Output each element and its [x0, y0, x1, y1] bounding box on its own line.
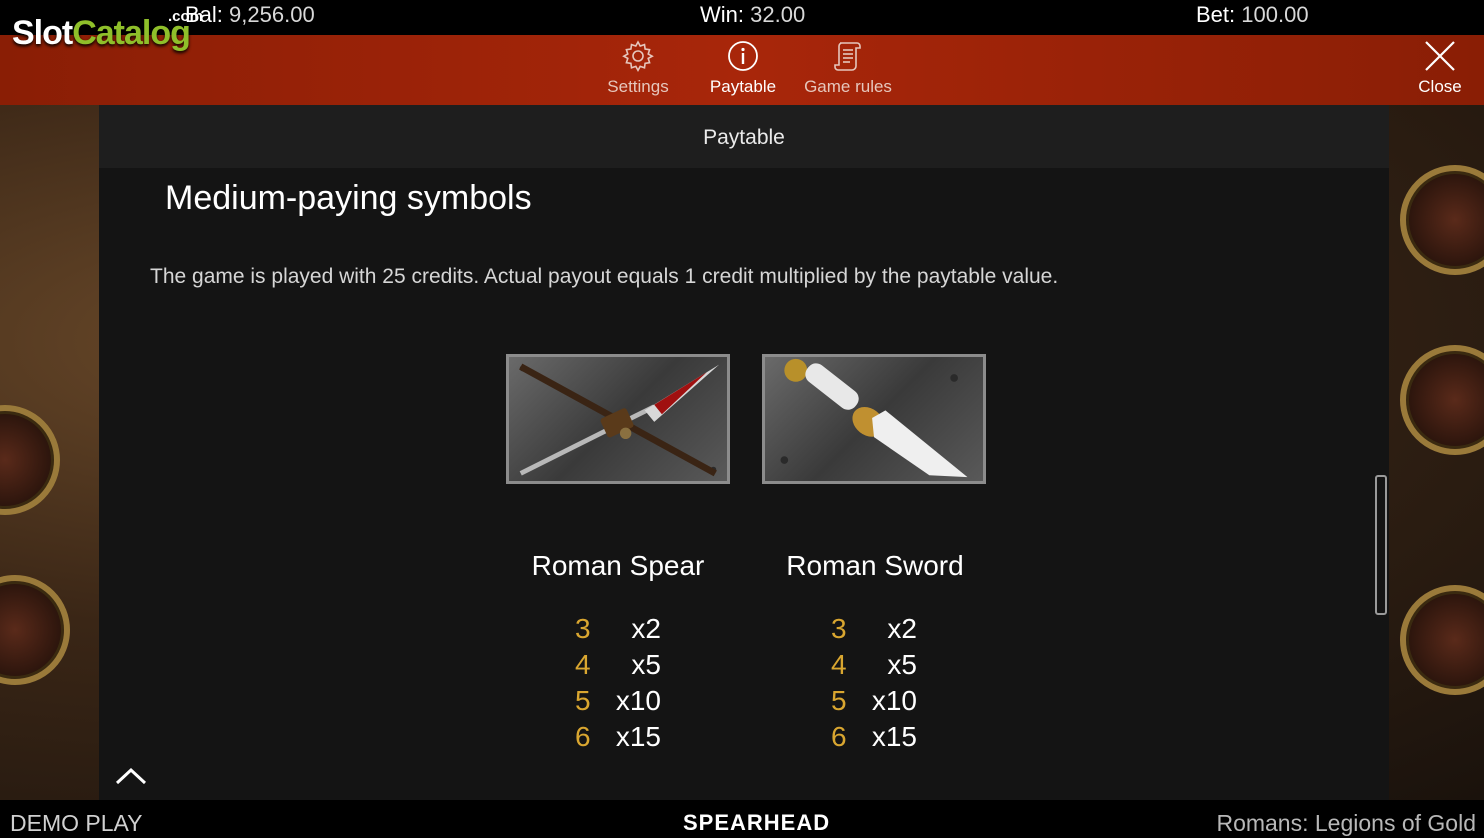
- gear-icon: [622, 40, 654, 73]
- roman-sword-name: Roman Sword: [786, 550, 964, 581]
- win-display: Win: 32.00: [700, 2, 805, 28]
- background-medal: [0, 575, 70, 685]
- logo-text-com: .com: [168, 8, 204, 25]
- panel-title: Paytable: [99, 105, 1389, 168]
- logo-text-slot: Slot: [12, 14, 73, 52]
- roman-spear-symbol: [506, 354, 730, 484]
- roman-spear-paylist: 3 x2 4 x5 5 x10 6 x15: [567, 613, 687, 757]
- roman-sword-paylist: 3 x2 4 x5 5 x10 6 x15: [823, 613, 943, 757]
- paytable-button[interactable]: Paytable: [693, 35, 793, 105]
- background-medal: [1400, 165, 1484, 275]
- close-icon: [1425, 41, 1455, 71]
- pay-count: 6: [575, 721, 591, 752]
- pay-count: 5: [831, 685, 847, 716]
- roman-sword-symbol: [762, 354, 986, 484]
- game-rules-button[interactable]: Game rules: [798, 35, 898, 105]
- bet-value: 100.00: [1241, 2, 1309, 27]
- roman-spear-name: Roman Spear: [531, 550, 705, 581]
- settings-label: Settings: [607, 77, 669, 96]
- demo-play-label: DEMO PLAY: [10, 810, 143, 836]
- pay-multiplier: x5: [887, 649, 917, 680]
- menu-bar: Settings Paytable Game rules Close: [0, 35, 1484, 105]
- spear-icon: [519, 363, 720, 477]
- background-medal: [1400, 345, 1484, 455]
- pay-count: 4: [575, 649, 591, 680]
- pay-multiplier: x2: [887, 613, 917, 644]
- pay-count: 6: [831, 721, 847, 752]
- provider-logo: SPEARHEAD: [683, 810, 831, 835]
- pay-row: 4 x5: [567, 649, 687, 685]
- scrollbar-thumb[interactable]: [1375, 475, 1387, 615]
- game-title: Romans: Legions of Gold: [1216, 810, 1476, 836]
- pay-multiplier: x5: [631, 649, 661, 680]
- pay-row: 4 x5: [823, 649, 943, 685]
- pay-multiplier: x10: [615, 685, 661, 716]
- info-bar: Bal: 9,256.00 Win: 32.00 Bet: 100.00: [0, 0, 1484, 35]
- settings-button[interactable]: Settings: [588, 35, 688, 105]
- chevron-up-icon: [115, 767, 147, 785]
- win-value: 32.00: [750, 2, 806, 27]
- pay-row: 3 x2: [567, 613, 687, 649]
- background-medal: [1400, 585, 1484, 695]
- pay-multiplier: x10: [871, 685, 917, 716]
- footer-bar: DEMO PLAY SPEARHEAD Romans: Legions of G…: [0, 800, 1484, 838]
- pay-row: 5 x10: [567, 685, 687, 721]
- pay-count: 5: [575, 685, 591, 716]
- scroll-up-button[interactable]: [113, 761, 149, 791]
- paytable-panel: Paytable Medium-paying symbols The game …: [99, 105, 1389, 800]
- pay-row: 6 x15: [823, 721, 943, 757]
- section-title: Medium-paying symbols: [165, 179, 532, 217]
- pay-multiplier: x15: [871, 721, 917, 752]
- bet-display: Bet: 100.00: [1196, 2, 1309, 28]
- scroll-icon: [834, 42, 861, 71]
- bet-label: Bet:: [1196, 2, 1236, 27]
- pay-row: 3 x2: [823, 613, 943, 649]
- intro-text: The game is played with 25 credits. Actu…: [150, 265, 1059, 288]
- close-label: Close: [1418, 77, 1462, 96]
- paytable-label: Paytable: [709, 77, 777, 96]
- info-icon: [728, 41, 758, 71]
- game-rules-label: Game rules: [804, 77, 892, 96]
- pay-multiplier: x2: [631, 613, 661, 644]
- pay-count: 3: [831, 613, 847, 644]
- slotcatalog-watermark-logo: SlotCatalog .com: [12, 8, 203, 53]
- background-medal: [0, 405, 60, 515]
- sword-icon: [780, 358, 968, 478]
- pay-count: 4: [831, 649, 847, 680]
- balance-display: Bal: 9,256.00: [185, 2, 315, 28]
- pay-row: 5 x10: [823, 685, 943, 721]
- close-button[interactable]: Close: [1390, 35, 1484, 105]
- win-label: Win:: [700, 2, 744, 27]
- pay-multiplier: x15: [615, 721, 661, 752]
- pay-count: 3: [575, 613, 591, 644]
- pay-row: 6 x15: [567, 721, 687, 757]
- balance-value: 9,256.00: [229, 2, 315, 27]
